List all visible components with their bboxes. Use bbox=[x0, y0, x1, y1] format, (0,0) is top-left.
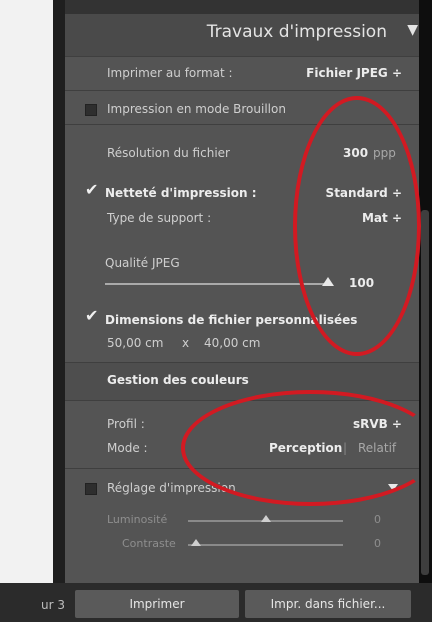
brightness-slider-thumb[interactable] bbox=[261, 515, 271, 522]
panel-title: Travaux d'impression bbox=[206, 22, 387, 42]
print-to-file-button[interactable]: Impr. dans fichier... bbox=[245, 590, 411, 618]
draft-label: Impression en mode Brouillon bbox=[107, 102, 286, 116]
contrast-slider-thumb[interactable] bbox=[191, 539, 201, 546]
media-label: Type de support : bbox=[107, 211, 212, 225]
triangle-down-icon[interactable]: ▼ bbox=[407, 22, 418, 38]
custom-dims-height[interactable]: 40,00 cm bbox=[204, 336, 260, 350]
pager-text: ur 3 bbox=[41, 598, 65, 612]
annotation-oval-bottom bbox=[181, 390, 432, 506]
brightness-value: 0 bbox=[374, 513, 381, 526]
print-button[interactable]: Imprimer bbox=[75, 590, 239, 618]
panel-scrollbar-thumb[interactable] bbox=[421, 210, 429, 575]
sharpen-label: Netteté d'impression : bbox=[105, 186, 257, 200]
custom-dims-width[interactable]: 50,00 cm bbox=[107, 336, 163, 350]
jpeg-quality-slider-track[interactable] bbox=[105, 283, 330, 285]
resolution-label: Résolution du fichier bbox=[107, 146, 230, 160]
contrast-slider-track[interactable] bbox=[188, 544, 343, 546]
left-content-area bbox=[0, 0, 53, 583]
mode-label: Mode : bbox=[107, 441, 148, 455]
brightness-label: Luminosité bbox=[107, 513, 168, 526]
draft-checkbox[interactable] bbox=[85, 104, 97, 116]
panel-top-edge bbox=[65, 0, 419, 14]
custom-dims-checkmark-icon[interactable]: ✔ bbox=[85, 306, 98, 325]
format-select[interactable]: Fichier JPEG ÷ bbox=[306, 66, 402, 80]
color-heading: Gestion des couleurs bbox=[107, 373, 249, 387]
profile-label: Profil : bbox=[107, 417, 145, 431]
contrast-value: 0 bbox=[374, 537, 381, 550]
adjust-checkbox[interactable] bbox=[85, 483, 97, 495]
sharpen-checkmark-icon[interactable]: ✔ bbox=[85, 180, 98, 199]
contrast-label: Contraste bbox=[122, 537, 176, 550]
left-divider bbox=[53, 0, 65, 583]
jpeg-quality-label: Qualité JPEG bbox=[105, 256, 180, 270]
format-label: Imprimer au format : bbox=[107, 66, 233, 80]
custom-dims-separator: x bbox=[182, 336, 190, 350]
annotation-oval-top bbox=[293, 96, 421, 356]
